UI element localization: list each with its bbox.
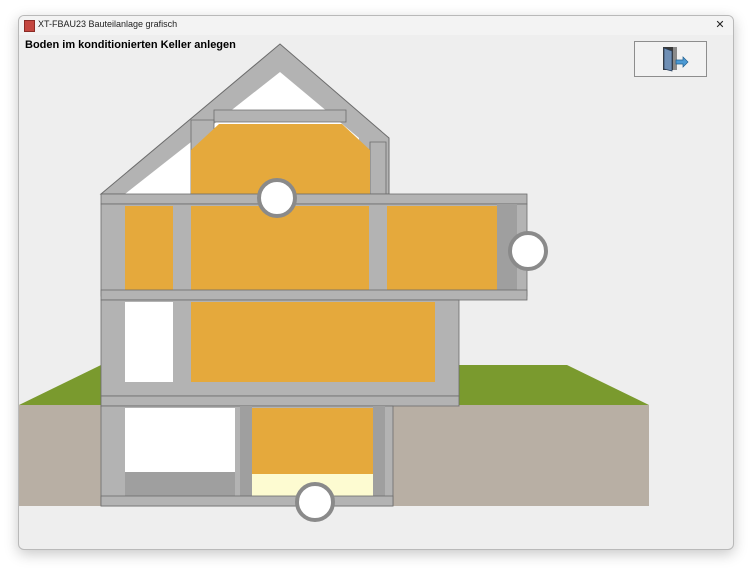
soil-left xyxy=(19,405,101,506)
marker-side-wall[interactable] xyxy=(508,231,548,271)
grass-left xyxy=(19,365,101,405)
cellar-partition xyxy=(240,406,252,496)
ground-left-unheated xyxy=(125,302,173,382)
cellar-unheated xyxy=(125,408,235,472)
roof-collar-beam xyxy=(213,109,347,123)
marker-ceiling-top[interactable] xyxy=(257,178,297,218)
marker-cellar-floor[interactable] xyxy=(295,482,335,522)
cellar-heated-zone xyxy=(252,408,373,474)
app-window: XT-FBAU23 Bauteilanlage grafisch ✕ Boden… xyxy=(18,15,734,550)
building-scene xyxy=(19,43,649,522)
upper-right-zone xyxy=(387,206,497,290)
cellar-unheated-floor xyxy=(125,472,235,496)
upper-center-zone xyxy=(191,206,369,290)
middle-slab xyxy=(100,289,528,301)
ground-slab xyxy=(100,395,460,407)
grass-right xyxy=(459,365,649,405)
soil-right xyxy=(393,405,649,506)
upper-left-zone xyxy=(125,206,173,290)
ground-center-zone xyxy=(191,302,435,382)
upper-ceiling-slab xyxy=(100,193,528,205)
roof-right-knee xyxy=(369,141,387,195)
cellar-base-slab xyxy=(100,495,394,507)
cellar-right-wall xyxy=(373,406,385,496)
